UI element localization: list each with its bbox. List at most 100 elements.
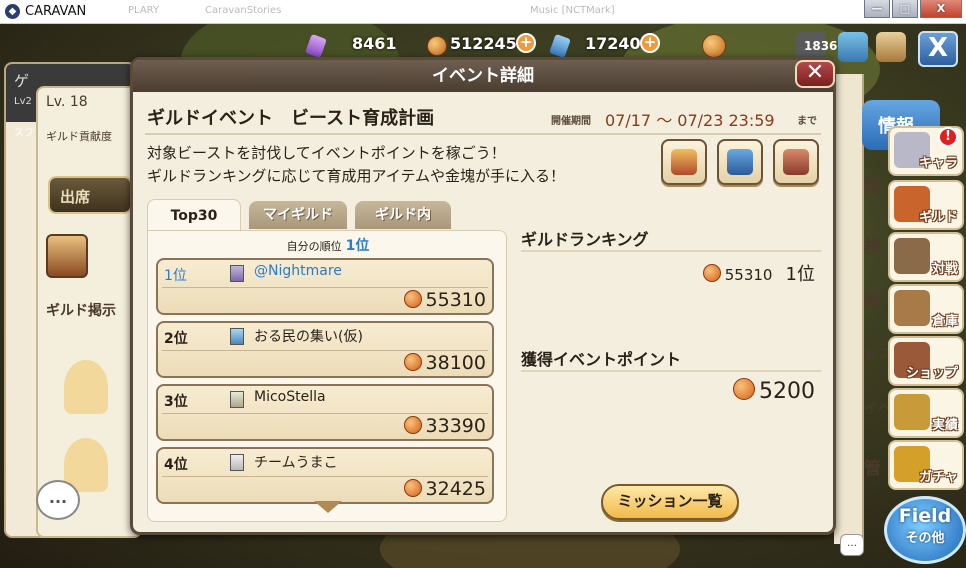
chat-notify-icon[interactable]: … [840,534,864,556]
camera-icon[interactable] [838,32,868,62]
ranking-list[interactable]: 自分の順位 1位 1位 @Nightmare 55310 2位 おる民の集い(仮)… [147,230,507,522]
description-line: 対象ビーストを討伐してイベントポイントを稼ごう！ [147,144,506,162]
guild-ranking-rank: 1位 [785,264,815,285]
horn-icon[interactable] [876,32,906,62]
add-stamina-button[interactable]: + [640,33,660,53]
side-menu-guild[interactable]: ギルド [888,180,964,230]
rank-position: 3位 [164,394,188,410]
guild-emblem-icon[interactable] [46,234,88,278]
minimize-button[interactable]: — [864,0,890,18]
guild-name: おる民の集い(仮) [254,329,363,345]
member-avatar [64,360,108,414]
side-menu-gacha[interactable]: ガチャ [888,440,964,490]
side-menu-achievements[interactable]: 実績 [888,388,964,438]
add-gold-button[interactable]: + [516,33,536,53]
gold-coin-icon [427,36,447,56]
section-divider [521,370,821,372]
window-titlebar: ◆ CARAVAN PLARY CaravanStories Music [NC… [0,0,966,24]
event-points-amount: 5200 [759,379,815,404]
background-right-panel [834,74,864,544]
guild-ranking-points: 55310 [724,266,773,284]
stamina-count: 17240 [585,34,641,53]
mission-list-button[interactable]: ミッション一覧 [601,484,739,520]
guild-name-partial: ゲ [14,72,30,90]
attend-button[interactable]: 出席 [48,176,132,214]
guild-ranking-value: 55310 1位 [702,260,815,286]
ranking-row[interactable]: 1位 @Nightmare 55310 [156,258,494,315]
side-letter: 掲 [864,291,881,311]
tab-top30[interactable]: Top30 [147,199,241,231]
gem-count: 8461 [352,34,397,53]
guild-points: 33390 [403,415,486,437]
ranking-row[interactable]: 3位 MicoStella 33390 [156,384,494,441]
rank-position: 2位 [164,331,188,347]
guild-member-card: Lv. 18 ギルド貢献度 ギルド掲示 [36,86,142,538]
ranking-row[interactable]: 4位 チームうまこ 32425 [156,447,494,504]
event-point-icon [403,479,422,497]
side-menu-label: キャラ [918,156,958,171]
guild-points-value: 33390 [425,415,486,437]
chat-button[interactable]: ... [36,480,80,520]
shop-house-icon[interactable] [773,139,819,185]
ranking-row[interactable]: 2位 おる民の集い(仮) 38100 [156,321,494,378]
side-menu-label: 実績 [931,418,958,433]
guild-emblem-icon [230,391,244,408]
side-letter: 特 [864,177,881,197]
maximize-button[interactable]: □ [892,0,918,18]
exit-button[interactable]: X [918,31,958,67]
guild-points: 38100 [403,352,486,374]
tab-my-guild[interactable]: マイギルド [249,201,347,229]
event-point-icon [702,264,721,282]
side-menu-label: ギルド [918,210,958,225]
self-rank-value: 1位 [345,238,370,254]
event-point-icon [403,416,422,434]
event-points-title: 獲得イベントポイント [521,350,682,369]
guild-emblem-icon [230,265,244,282]
dialog-header: イベント詳細 [133,60,833,92]
period-label: 開催期間 [551,116,591,127]
scroll-down-icon[interactable] [314,501,342,513]
period-suffix: まで [797,116,817,127]
section-divider [521,250,821,252]
battle-icon [894,238,930,274]
side-menu-label: ショップ [905,366,958,381]
event-title: ギルドイベント ビースト育成計画 [147,108,435,129]
beast-hint-icon[interactable] [661,139,707,185]
badge-count: 1836 [804,39,838,53]
member-level: Lv. 18 [46,94,88,110]
self-rank: 自分の順位 1位 [148,235,506,255]
guild-name: MicoStella [254,389,326,405]
side-menu-label: 倉庫 [931,314,958,329]
guild-emblem-icon [230,328,244,345]
guild-emblem-icon [230,454,244,471]
event-description: 対象ビーストを討伐してイベントポイントを稼ごう！ ギルドランキングに応じて育成用… [147,142,565,188]
rank-position: 1位 [164,268,187,284]
field-sub-label: その他 [905,531,945,546]
event-point-icon [403,290,422,308]
tab-in-guild[interactable]: ギルド内 [355,201,451,229]
side-menu-battle[interactable]: 対戦 [888,232,964,282]
side-menu-label: 対戦 [931,262,958,277]
sp-label: スフ [14,128,34,139]
event-point-icon [733,378,755,400]
contribution-label: ギルド貢献度 [46,130,112,143]
dialog-close-button[interactable]: ✕ [795,60,835,88]
field-label: Field [898,505,952,527]
warehouse-icon [894,290,930,326]
attend-label: 出席 [60,188,91,206]
self-rank-label: 自分の順位 [286,240,342,253]
guild-points: 32425 [403,478,486,500]
title-divider [145,133,821,135]
ghost-tab: Music [NCTMark] [530,5,615,16]
guild-ranking-title: ギルドランキング [521,230,649,249]
field-button[interactable]: Field その他 [884,496,966,564]
guild-points-value: 32425 [425,478,486,500]
window-controls: — □ X [864,0,962,18]
side-menu-shop[interactable]: ショップ [888,336,964,386]
side-menu-warehouse[interactable]: 倉庫 [888,284,964,334]
window-close-button[interactable]: X [920,0,962,18]
guild-board-label: ギルド掲示 [46,303,116,319]
guild-points-value: 55310 [425,289,486,311]
treasure-chest-icon[interactable] [717,139,763,185]
achievement-medal-icon [894,394,930,430]
